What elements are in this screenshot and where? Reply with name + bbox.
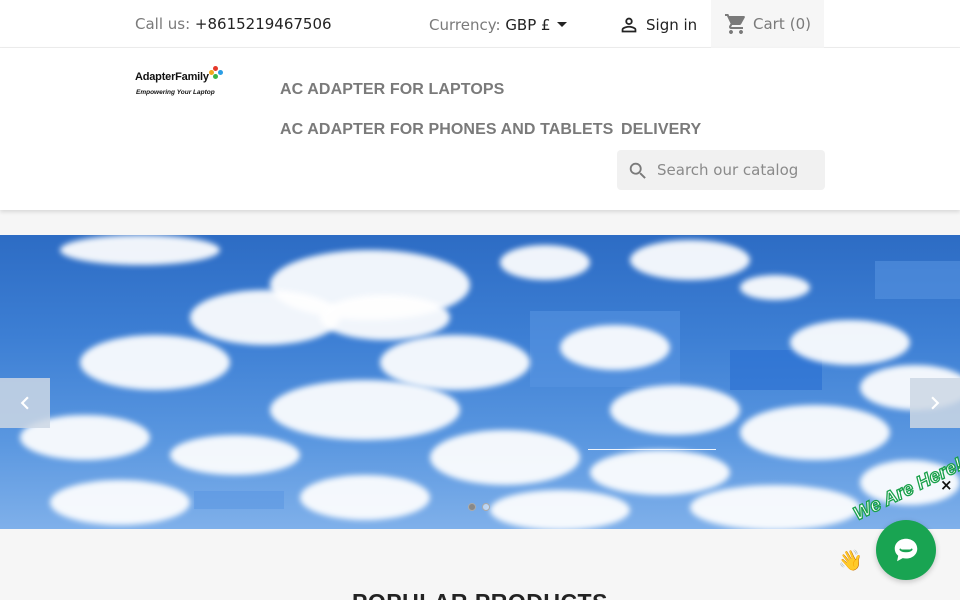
waving-hand-icon: 👋 <box>838 548 863 572</box>
phone-link[interactable]: +8615219467506 <box>195 15 332 33</box>
menu-item-delivery[interactable]: DELIVERY <box>621 121 701 139</box>
search-icon[interactable] <box>627 160 649 182</box>
contact-label: Call us: <box>135 15 195 33</box>
logo-dots-icon <box>209 66 223 80</box>
currency-selector[interactable]: Currency: GBP £ <box>429 16 567 34</box>
carousel-dot-2[interactable] <box>482 503 490 511</box>
hero-carousel <box>0 235 960 529</box>
carousel-next-button[interactable] <box>910 378 960 428</box>
carousel-prev-button[interactable] <box>0 378 50 428</box>
caret-down-icon[interactable] <box>556 22 567 27</box>
cart-label: Cart <box>753 15 785 33</box>
currency-value[interactable]: GBP £ <box>505 16 550 34</box>
slide-divider-line <box>588 449 716 450</box>
section-heading: POPULAR PRODUCTS <box>0 589 960 600</box>
chevron-left-icon <box>20 396 29 410</box>
currency-label: Currency: <box>429 16 506 34</box>
user-icon <box>621 17 637 33</box>
search-box <box>617 150 825 190</box>
cart-button[interactable]: Cart (0) <box>711 0 824 48</box>
logo-name: AdapterFamily <box>135 71 209 83</box>
top-nav-bar: Call us: +8615219467506 Currency: GBP £ … <box>0 0 960 48</box>
live-chat-button[interactable] <box>876 520 936 580</box>
cart-icon <box>725 14 745 34</box>
chevron-right-icon <box>931 396 940 410</box>
cart-count: (0) <box>789 15 811 33</box>
sign-in-label: Sign in <box>646 16 698 34</box>
search-input[interactable] <box>657 150 822 190</box>
logo-tagline: Empowering Your Laptop <box>136 89 215 96</box>
carousel-dot-1[interactable] <box>468 503 476 511</box>
contact-info: Call us: +8615219467506 <box>135 15 332 33</box>
sign-in-link[interactable]: Sign in <box>618 14 697 36</box>
chat-bubble-icon <box>894 538 918 562</box>
menu-item-phone-tablet-adapters[interactable]: AC ADAPTER FOR PHONES AND TABLETS <box>280 121 613 139</box>
sky-clouds-image <box>0 235 960 529</box>
menu-item-laptop-adapters[interactable]: AC ADAPTER FOR LAPTOPS <box>280 81 504 99</box>
popular-products-section: POPULAR PRODUCTS <box>0 529 960 600</box>
carousel-indicators <box>468 503 490 511</box>
site-logo[interactable]: AdapterFamily Empowering Your Laptop <box>135 64 227 100</box>
